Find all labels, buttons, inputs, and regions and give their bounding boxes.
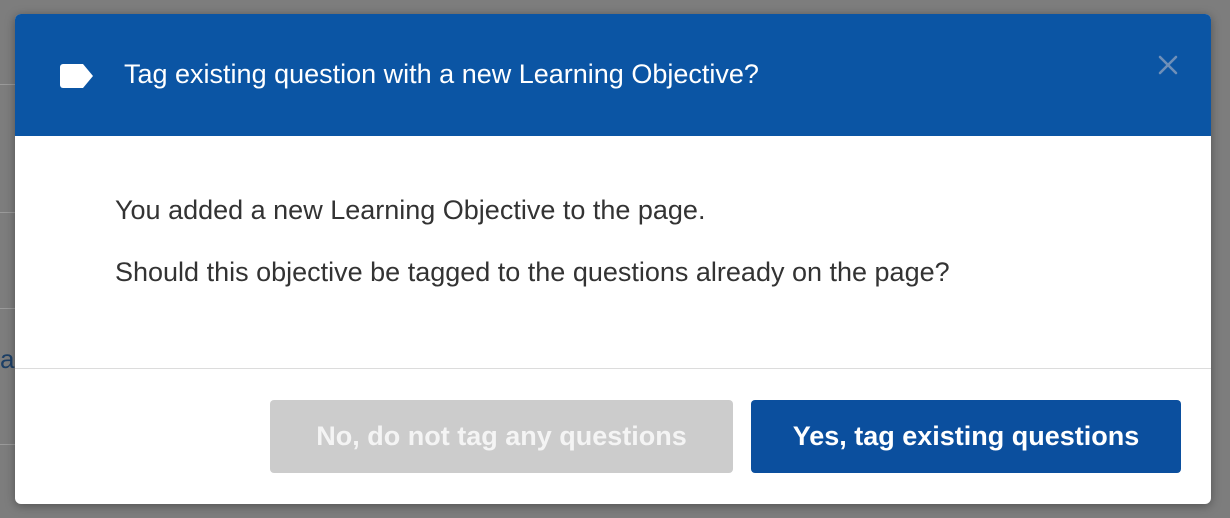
yes-tag-existing-button[interactable]: Yes, tag existing questions [751, 400, 1181, 473]
no-dont-tag-button[interactable]: No, do not tag any questions [270, 400, 733, 473]
footer-divider [15, 368, 1211, 369]
dialog-message-line-1: You added a new Learning Objective to th… [115, 195, 706, 225]
close-icon[interactable] [1155, 52, 1181, 78]
tag-question-dialog: Tag existing question with a new Learnin… [15, 14, 1211, 504]
dialog-title: Tag existing question with a new Learnin… [124, 59, 759, 89]
dialog-message-line-2: Should this objective be tagged to the q… [115, 257, 950, 287]
tag-icon [60, 64, 94, 88]
background-partial-text: a [0, 344, 15, 374]
dialog-header: Tag existing question with a new Learnin… [15, 14, 1211, 136]
dialog-body: You added a new Learning Objective to th… [15, 136, 1211, 369]
